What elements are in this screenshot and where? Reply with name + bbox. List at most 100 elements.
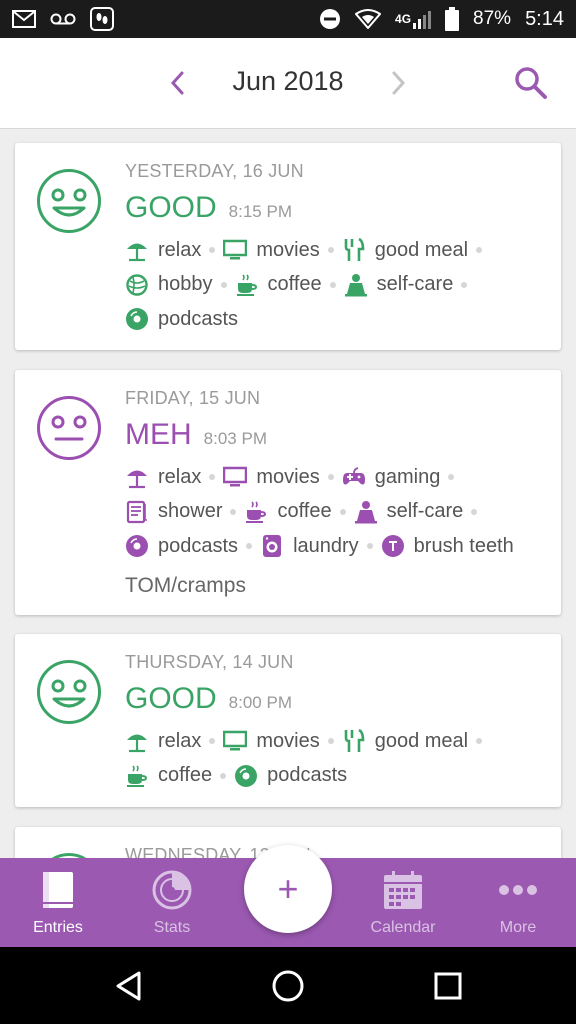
status-bar: 4G 87% 5:14 xyxy=(0,0,576,38)
activity-label: brush teeth xyxy=(413,534,514,557)
activity-label: relax xyxy=(158,729,202,752)
activity-label: good meal xyxy=(374,238,469,261)
mood-line: GOOD 8:15 PM xyxy=(125,191,547,231)
entries-feed[interactable]: YESTERDAY, 16 JUN GOOD 8:15 PM relax mov… xyxy=(0,129,576,858)
activity-label: laundry xyxy=(293,534,359,557)
system-navigation-bar xyxy=(0,947,576,1024)
meditation-icon xyxy=(354,500,378,524)
tab-entries[interactable]: Entries xyxy=(8,858,108,947)
plus-icon: + xyxy=(277,868,299,909)
entry-card[interactable]: FRIDAY, 15 JUN MEH 8:03 PM relax movies xyxy=(15,370,561,615)
system-recents-button[interactable] xyxy=(428,967,468,1005)
activity-item: hobby xyxy=(125,268,227,303)
disc-icon xyxy=(125,534,149,558)
activity-label: shower xyxy=(158,500,223,523)
activity-item: movies xyxy=(223,460,334,495)
activity-item: relax xyxy=(125,724,216,759)
yarn-icon xyxy=(125,273,149,297)
utensils-icon xyxy=(342,729,366,753)
activity-item: coffee xyxy=(125,759,227,794)
activity-item: movies xyxy=(223,724,334,759)
separator-dot xyxy=(209,474,216,481)
entry-card[interactable]: YESTERDAY, 16 JUN GOOD 8:15 PM relax mov… xyxy=(15,143,561,350)
mood-label: GOOD xyxy=(125,191,217,224)
coffee-icon xyxy=(244,500,268,524)
entry-content: YESTERDAY, 16 JUN GOOD 8:15 PM relax mov… xyxy=(125,161,547,337)
activity-label: relax xyxy=(158,238,202,261)
do-not-disturb-icon xyxy=(319,8,341,30)
recents-square-icon xyxy=(434,972,462,1000)
activity-item: coffee xyxy=(244,495,346,530)
separator-dot xyxy=(230,508,237,515)
add-entry-button[interactable]: + xyxy=(244,845,332,933)
activity-item: brush teeth xyxy=(381,529,514,564)
search-button[interactable] xyxy=(510,62,552,104)
separator-dot xyxy=(329,281,336,288)
tab-label: Entries xyxy=(33,919,83,936)
activity-item: relax xyxy=(125,460,216,495)
activity-label: coffee xyxy=(158,764,213,787)
mood-good-face-icon xyxy=(36,659,102,730)
gamepad-icon xyxy=(342,465,366,489)
month-title[interactable]: Jun 2018 xyxy=(200,66,376,97)
entry-time: 8:15 PM xyxy=(228,202,292,221)
separator-dot xyxy=(246,543,253,550)
entry-date: YESTERDAY, 16 JUN xyxy=(125,161,304,181)
activity-item: self-care xyxy=(354,495,478,530)
tab-more[interactable]: More xyxy=(468,858,568,947)
wifi-icon xyxy=(355,9,382,29)
tab-stats[interactable]: Stats xyxy=(122,858,222,947)
more-dots-icon xyxy=(498,868,538,912)
tab-calendar[interactable]: Calendar xyxy=(353,858,453,947)
entry-date: FRIDAY, 15 JUN xyxy=(125,388,261,408)
activity-label: movies xyxy=(256,465,320,488)
system-back-button[interactable] xyxy=(108,967,148,1005)
monitor-icon xyxy=(223,238,248,262)
activity-item: good meal xyxy=(342,233,483,268)
separator-dot xyxy=(476,247,483,254)
next-month-button[interactable] xyxy=(382,66,416,100)
activity-list: relax movies gaming shower coffee self-c… xyxy=(125,460,547,564)
mood-label: MEH xyxy=(125,418,192,451)
clock: 5:14 xyxy=(525,7,564,30)
separator-dot xyxy=(209,247,216,254)
calendar-icon xyxy=(383,868,423,912)
activity-label: gaming xyxy=(374,465,441,488)
separator-dot xyxy=(220,281,227,288)
activity-item: gaming xyxy=(342,460,455,495)
shower-icon xyxy=(125,500,149,524)
activity-label: coffee xyxy=(277,500,332,523)
activity-label: self-care xyxy=(376,273,454,296)
activity-label: good meal xyxy=(374,729,469,752)
entry-card[interactable]: THURSDAY, 14 JUN GOOD 8:00 PM relax movi… xyxy=(15,634,561,807)
back-triangle-icon xyxy=(116,971,141,1001)
entry-note: TOM/cramps xyxy=(125,573,246,597)
activity-label: self-care xyxy=(386,500,464,523)
separator-dot xyxy=(327,247,334,254)
footprint-app-icon xyxy=(90,7,114,31)
entry-content: THURSDAY, 14 JUN GOOD 8:00 PM relax movi… xyxy=(125,652,547,793)
gmail-icon xyxy=(12,10,36,28)
system-home-button[interactable] xyxy=(268,967,308,1005)
activity-item: shower xyxy=(125,495,237,530)
mood-line: MEH 8:03 PM xyxy=(125,418,547,458)
separator-dot xyxy=(339,508,346,515)
status-left xyxy=(12,7,114,31)
previous-month-button[interactable] xyxy=(160,66,194,100)
laundry-icon xyxy=(260,534,284,558)
activity-label: movies xyxy=(256,238,320,261)
separator-dot xyxy=(220,772,227,779)
battery-icon xyxy=(445,7,460,31)
entry-date: WEDNESDAY, 13 JUN xyxy=(125,845,311,858)
app-bar: Jun 2018 xyxy=(0,38,576,129)
mood-label: GOOD xyxy=(125,682,217,715)
activity-item: podcasts xyxy=(234,759,347,794)
separator-dot xyxy=(209,738,216,745)
entry-time: 8:00 PM xyxy=(228,693,292,712)
coffee-icon xyxy=(125,764,149,788)
pie-chart-icon xyxy=(151,868,193,912)
signal-icon: 4G xyxy=(395,9,432,29)
chevron-right-icon xyxy=(392,71,406,95)
activity-item: movies xyxy=(223,233,334,268)
book-icon xyxy=(41,868,75,912)
